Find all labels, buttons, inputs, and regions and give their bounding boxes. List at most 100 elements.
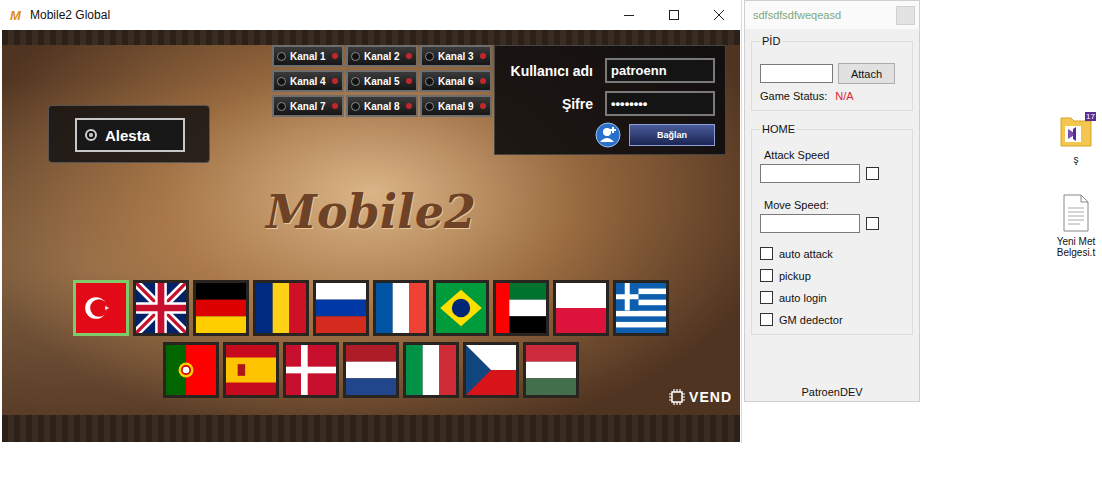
login-panel: Kullanıcı adı patroenn Şifre •••••••• Ba… — [494, 45, 726, 155]
status-icon — [405, 52, 413, 60]
language-flag[interactable] — [463, 342, 519, 398]
close-button[interactable] — [696, 0, 741, 30]
password-field[interactable]: •••••••• — [605, 91, 715, 116]
radio-icon — [85, 129, 97, 141]
maximize-icon — [669, 10, 679, 20]
speed-input[interactable] — [760, 214, 860, 233]
checkbox[interactable] — [866, 167, 879, 180]
desktop-icons: 17 ş Yeni MetBelgesi.t — [1052, 112, 1100, 259]
window-title: Mobile2 Global — [30, 8, 110, 22]
connect-button[interactable]: Bağlan — [629, 124, 715, 146]
chip-icon — [669, 389, 685, 405]
home-group: HOME Attack Speed Move Speed: auto attac… — [751, 123, 913, 335]
flag-icon — [526, 345, 576, 395]
radio-icon — [277, 52, 286, 61]
desktop-icon[interactable]: 17 ş — [1052, 112, 1100, 166]
trainer-window: sdfsdfsdfweqeasd PİD Attach Game Status:… — [744, 0, 920, 402]
language-flag[interactable] — [523, 342, 579, 398]
flag-icon — [166, 345, 216, 395]
username-field[interactable]: patroenn — [605, 58, 715, 83]
group-label: PİD — [760, 35, 782, 47]
status-icon — [331, 77, 339, 85]
channel-list: Kanal 1 Kanal 2 Kanal 3 Kanal 4 Kanal 5 … — [272, 45, 492, 117]
checkbox[interactable] — [760, 269, 773, 282]
checkbox[interactable] — [866, 217, 879, 230]
channel-button[interactable]: Kanal 9 — [420, 95, 492, 117]
desktop-icon[interactable]: Yeni MetBelgesi.t — [1052, 194, 1100, 259]
option-checkbox[interactable]: auto attack — [760, 247, 904, 260]
status-icon — [331, 102, 339, 110]
channel-button[interactable]: Kanal 8 — [346, 95, 418, 117]
checkbox[interactable] — [760, 291, 773, 304]
option-checkbox[interactable]: pickup — [760, 269, 904, 282]
language-flag[interactable] — [133, 280, 189, 336]
language-flag[interactable] — [493, 280, 549, 336]
language-flag[interactable] — [193, 280, 249, 336]
minimize-icon — [624, 10, 634, 20]
pid-group: PİD Attach Game Status: N/A — [751, 35, 913, 111]
speed-setting: Attack Speed — [760, 149, 904, 183]
channel-button[interactable]: Kanal 2 — [346, 45, 418, 67]
close-button[interactable] — [896, 6, 915, 25]
checkbox[interactable] — [760, 247, 773, 260]
server-option[interactable]: Alesta — [75, 118, 185, 152]
channel-button[interactable]: Kanal 3 — [420, 45, 492, 67]
language-flag[interactable] — [283, 342, 339, 398]
language-flag[interactable] — [73, 280, 129, 336]
attach-button[interactable]: Attach — [838, 63, 895, 84]
language-flag[interactable] — [343, 342, 399, 398]
flag-icon — [256, 283, 306, 333]
language-flag[interactable] — [613, 280, 669, 336]
channel-button[interactable]: Kanal 5 — [346, 70, 418, 92]
background-art: Kanal 1 Kanal 2 Kanal 3 Kanal 4 Kanal 5 … — [2, 45, 740, 415]
radio-icon — [351, 52, 360, 61]
brand-logo: VEND — [669, 389, 732, 405]
flag-icon — [76, 283, 126, 333]
flag-icon — [376, 283, 426, 333]
server-panel: Alesta — [48, 105, 210, 163]
flag-icon — [496, 283, 546, 333]
window-title: sdfsdfsdfweqeasd — [753, 9, 841, 21]
flag-icon — [136, 283, 186, 333]
flag-icon — [226, 345, 276, 395]
radio-icon — [425, 77, 434, 86]
language-flag[interactable] — [313, 280, 369, 336]
language-flag[interactable] — [553, 280, 609, 336]
checkbox[interactable] — [760, 313, 773, 326]
minimize-button[interactable] — [606, 0, 651, 30]
language-flag[interactable] — [253, 280, 309, 336]
close-icon — [714, 10, 724, 20]
channel-button[interactable]: Kanal 7 — [272, 95, 344, 117]
option-checkbox[interactable]: GM dedector — [760, 313, 904, 326]
language-flag[interactable] — [223, 342, 279, 398]
password-label: Şifre — [505, 96, 593, 112]
language-flags — [2, 280, 740, 398]
flag-icon — [616, 283, 666, 333]
channel-button[interactable]: Kanal 4 — [272, 70, 344, 92]
title-bar: M Mobile2 Global — [0, 0, 741, 30]
icon-badge: 17 — [1085, 112, 1096, 121]
bottom-border — [2, 415, 740, 442]
language-flag[interactable] — [433, 280, 489, 336]
language-flag[interactable] — [373, 280, 429, 336]
channel-button[interactable]: Kanal 1 — [272, 45, 344, 67]
game-logo: Mobile2 — [2, 185, 740, 239]
flag-icon — [286, 345, 336, 395]
option-checkbox[interactable]: auto login — [760, 291, 904, 304]
app-logo-icon: M — [10, 8, 24, 23]
channel-button[interactable]: Kanal 6 — [420, 70, 492, 92]
game-window: M Mobile2 Global Kanal 1 Kanal 2 Kanal 3… — [0, 0, 742, 443]
language-flag[interactable] — [403, 342, 459, 398]
status-icon — [331, 52, 339, 60]
radio-icon — [351, 77, 360, 86]
status-icon — [405, 77, 413, 85]
status-icon — [479, 77, 487, 85]
maximize-button[interactable] — [651, 0, 696, 30]
pid-input[interactable] — [760, 64, 833, 83]
title-bar: sdfsdfsdfweqeasd — [745, 1, 919, 29]
speed-setting: Move Speed: — [760, 199, 904, 233]
language-flag[interactable] — [163, 342, 219, 398]
speed-input[interactable] — [760, 164, 860, 183]
add-user-icon[interactable] — [595, 122, 621, 148]
radio-icon — [351, 102, 360, 111]
